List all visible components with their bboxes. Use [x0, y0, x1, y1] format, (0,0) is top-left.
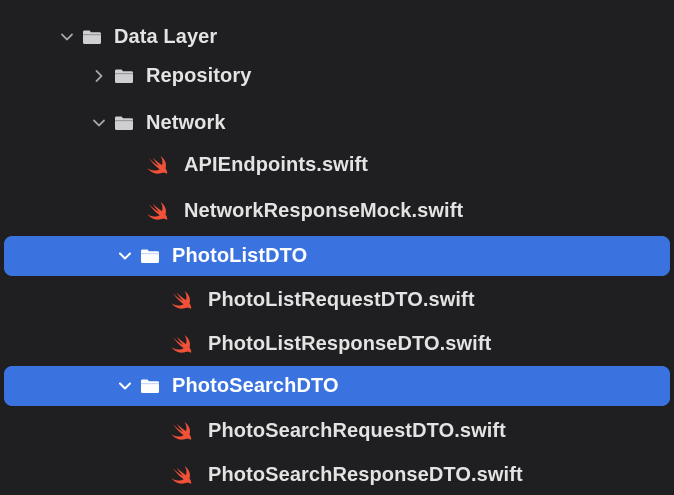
swift-file-icon	[171, 335, 192, 353]
tree-label: Data Layer	[114, 25, 218, 48]
swift-file-icon	[171, 422, 192, 440]
tree-label: PhotoSearchResponseDTO.swift	[208, 463, 523, 486]
project-navigator: Data Layer Repository Network APIEndpoin…	[0, 0, 674, 495]
folder-icon	[115, 69, 133, 83]
tree-label: PhotoSearchRequestDTO.swift	[208, 419, 506, 442]
swift-file-icon	[147, 156, 168, 174]
folder-icon	[83, 30, 101, 44]
tree-row-photo-list-dto[interactable]: PhotoListDTO	[4, 236, 670, 276]
folder-icon	[141, 249, 159, 263]
tree-row-network-response-mock[interactable]: NetworkResponseMock.swift	[0, 193, 674, 229]
folder-icon	[141, 379, 159, 393]
tree-label: NetworkResponseMock.swift	[184, 199, 464, 222]
swift-file-icon	[147, 202, 168, 220]
tree-row-photo-list-request[interactable]: PhotoListRequestDTO.swift	[0, 282, 674, 318]
tree-row-photo-search-response[interactable]: PhotoSearchResponseDTO.swift	[0, 457, 674, 493]
chevron-right-icon[interactable]	[92, 69, 106, 83]
chevron-down-icon[interactable]	[118, 379, 132, 393]
chevron-down-icon[interactable]	[92, 116, 106, 130]
tree-label: PhotoListResponseDTO.swift	[208, 332, 492, 355]
tree-row-photo-search-request[interactable]: PhotoSearchRequestDTO.swift	[0, 413, 674, 449]
tree-label: PhotoListRequestDTO.swift	[208, 288, 475, 311]
tree-row-photo-search-dto[interactable]: PhotoSearchDTO	[4, 366, 670, 406]
folder-icon	[115, 116, 133, 130]
tree-row-api-endpoints[interactable]: APIEndpoints.swift	[0, 147, 674, 183]
chevron-down-icon[interactable]	[60, 30, 74, 44]
tree-row-data-layer[interactable]: Data Layer	[0, 19, 674, 55]
swift-file-icon	[171, 466, 192, 484]
chevron-down-icon[interactable]	[118, 249, 132, 263]
tree-row-network[interactable]: Network	[0, 105, 674, 141]
swift-file-icon	[171, 291, 192, 309]
tree-label: APIEndpoints.swift	[184, 153, 369, 176]
tree-label: PhotoListDTO	[172, 244, 308, 267]
tree-row-repository[interactable]: Repository	[0, 58, 674, 94]
tree-row-photo-list-response[interactable]: PhotoListResponseDTO.swift	[0, 326, 674, 362]
tree-label: PhotoSearchDTO	[172, 374, 339, 397]
tree-label: Repository	[146, 64, 252, 87]
tree-label: Network	[146, 111, 226, 134]
